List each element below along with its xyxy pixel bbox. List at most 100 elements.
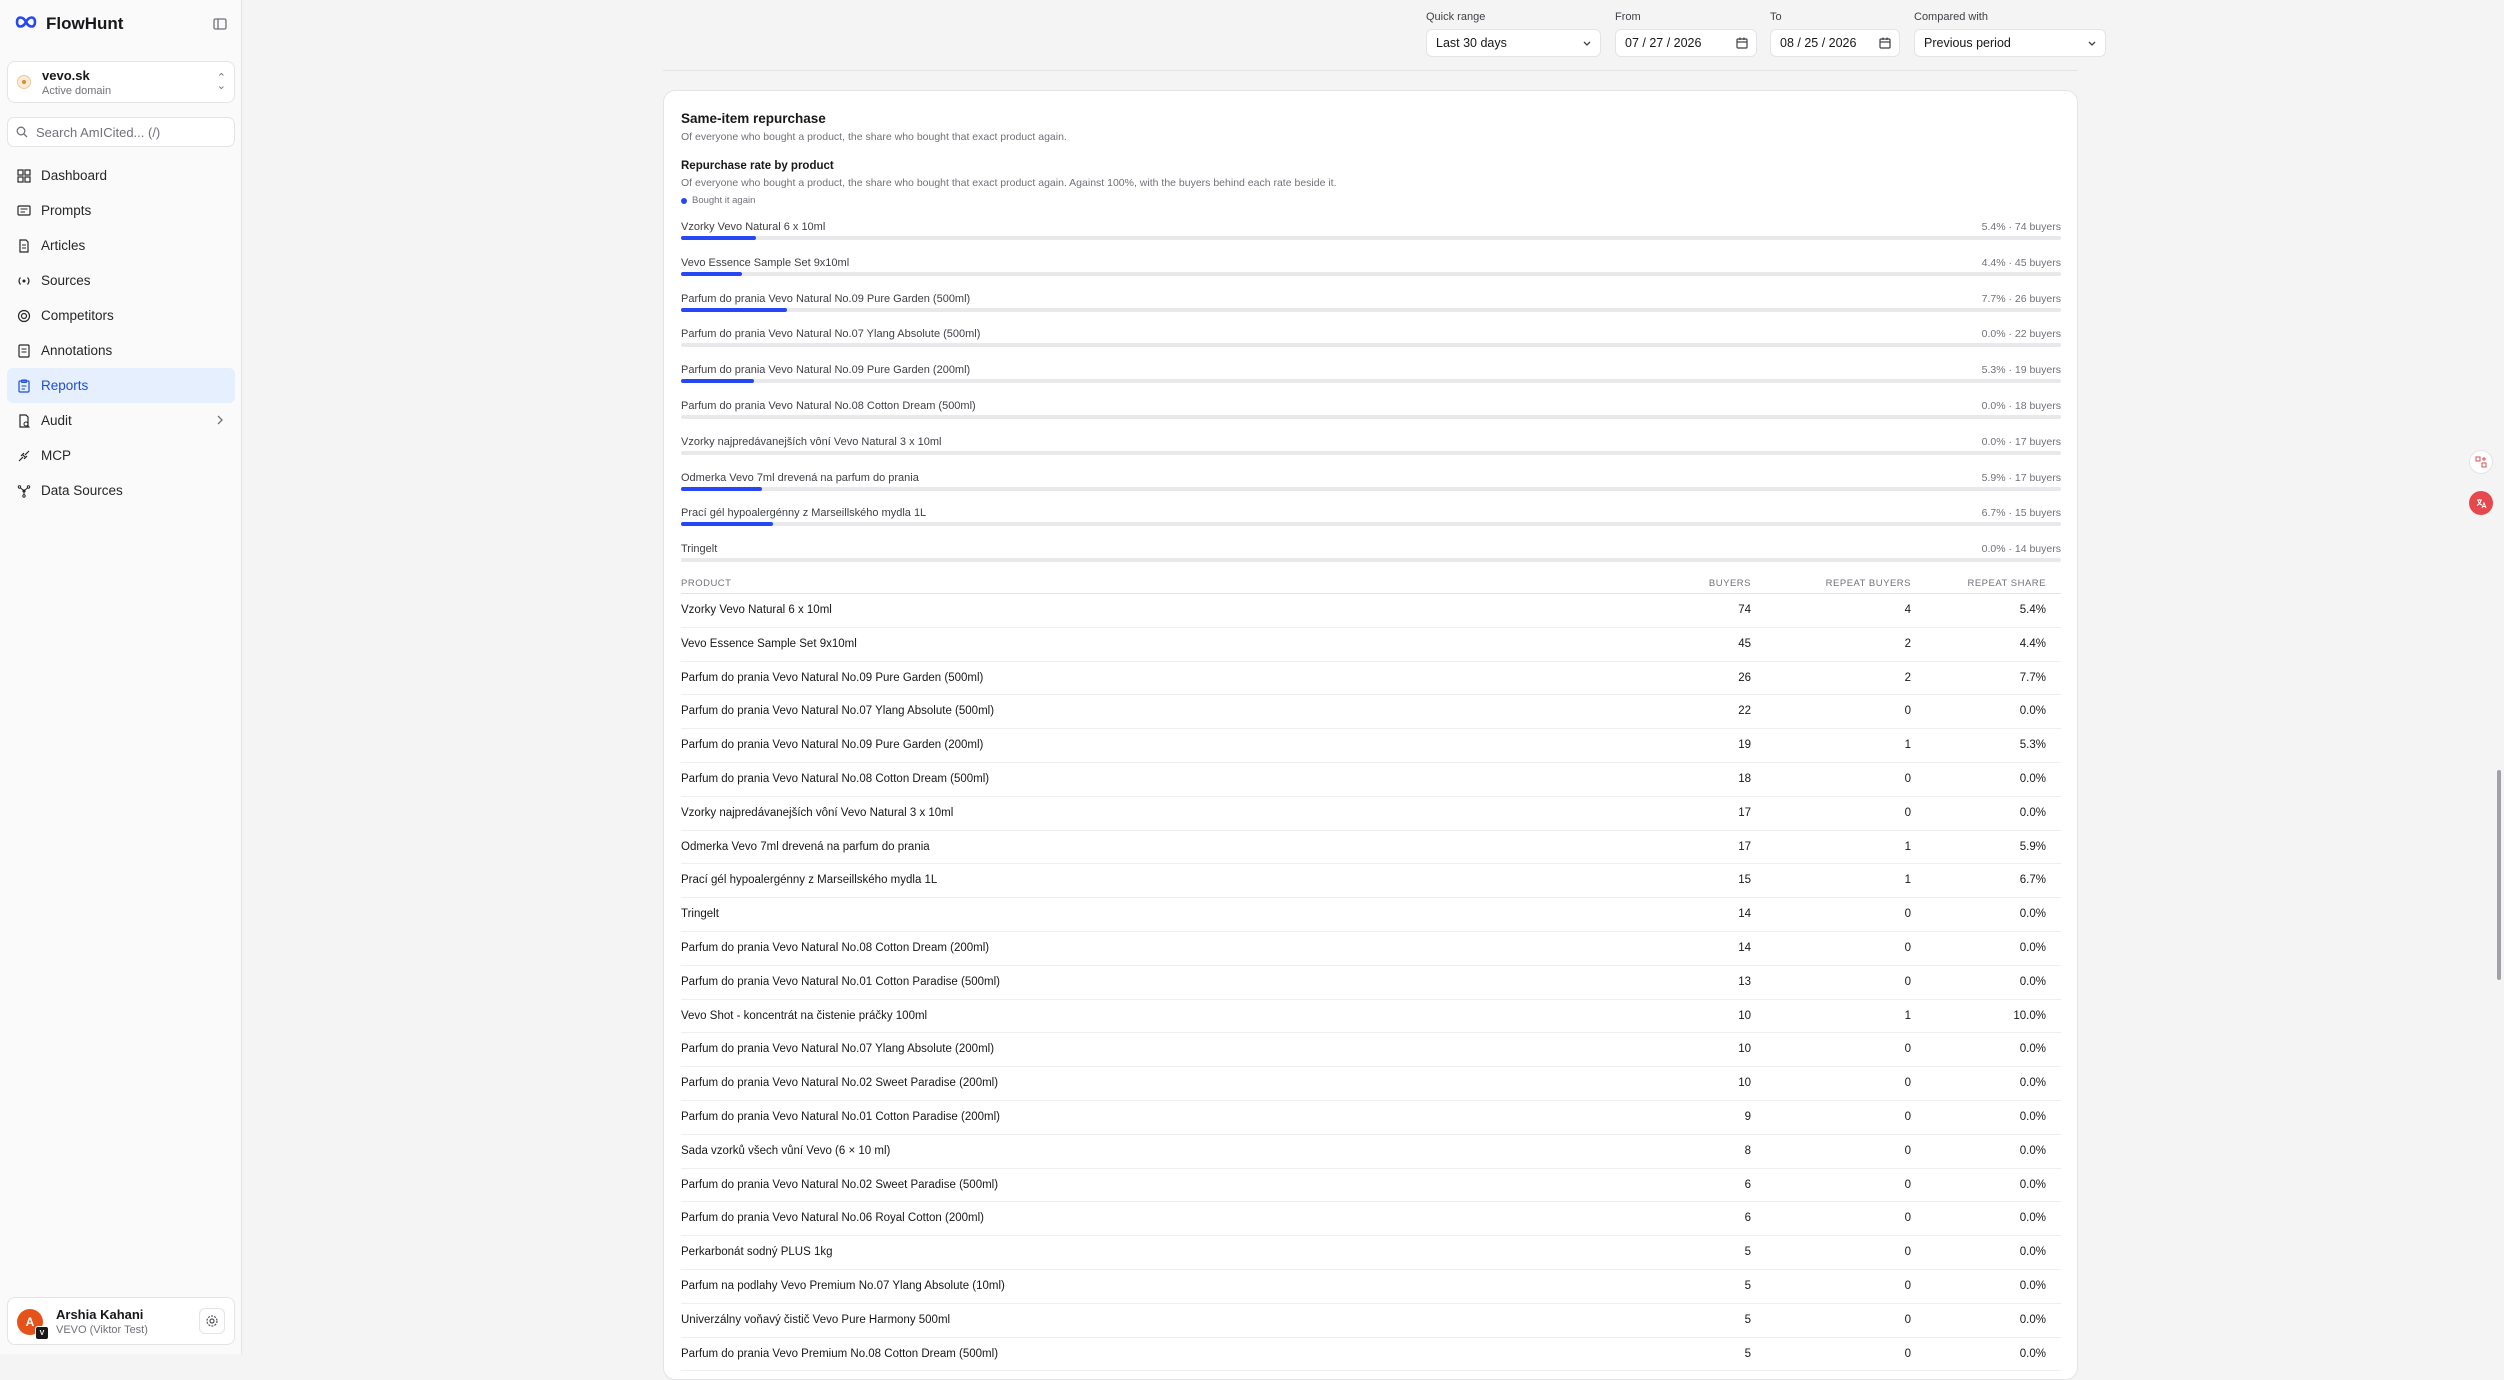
bar-label: Parfum do prania Vevo Natural No.09 Pure… [681,292,971,305]
table-row[interactable]: Vzorky Vevo Natural 6 x 10ml 74 4 5.4% [681,594,2061,628]
buyers-cell: 6 [1744,1212,1751,1225]
collapse-sidebar-button[interactable] [210,14,230,34]
repeat-share-cell: 0.0% [2019,1279,2046,1292]
buyers-cell: 5 [1744,1246,1751,1259]
bar-track [681,558,2061,563]
repeat-buyers-cell: 0 [1904,1110,1911,1123]
table-row[interactable]: Sada vzorků všech vůní Vevo (6 × 10 ml) 8… [681,1135,2061,1169]
mcp-icon [18,450,30,461]
table-row[interactable]: Parfum do prania Vevo Natural No.01 Cott… [681,1101,2061,1135]
bar-label: Prací gél hypoalergénny z Marseillského … [681,507,927,520]
domain-switcher[interactable]: vevo.sk Active domain ⌃ ⌄ [7,61,235,103]
page-scrollbar[interactable] [2497,770,2501,980]
sidebar-item-mcp[interactable]: MCP [7,438,235,473]
search-box[interactable] [7,117,235,147]
repeat-buyers-cell: 4 [1904,604,1911,616]
translate-button[interactable] [2469,491,2493,515]
table-row[interactable]: Parfum do prania Vevo Natural No.09 Pure… [681,729,2061,763]
product-cell: Tringelt [681,908,719,921]
brand[interactable]: FlowHunt [14,12,123,36]
table-row[interactable]: Parfum do prania Vevo Natural No.01 Cott… [681,966,2061,1000]
table-row[interactable]: Parfum do prania Vevo Natural No.08 Cott… [681,763,2061,797]
product-cell: Vevo Shot - koncentrát na čistenie práčk… [681,1009,928,1022]
table-row[interactable]: Vevo Shot - koncentrát na čistenie práčk… [681,1000,2061,1034]
repeat-buyers-cell: 0 [1904,1144,1911,1157]
bar-row: Vzorky Vevo Natural 6 x 10ml 5.4% · 74 bu… [681,221,2061,257]
sidebar-item-data-sources[interactable]: Data Sources [7,473,235,508]
settings-button[interactable] [199,1308,225,1334]
table-row[interactable]: Parfum do prania Vevo Natural No.07 Ylan… [681,695,2061,730]
table-row[interactable]: Parfum na podlahy Vevo Premium No.07 Yla… [681,1270,2061,1304]
col-buyers-header[interactable]: BUYERS [1709,578,1751,589]
table-row[interactable]: Vzorky najpredávanejších vôní Vevo Natur… [681,797,2061,831]
bar-row: Tringelt 0.0% · 14 buyers [681,543,2061,579]
calendar-icon[interactable] [1879,36,1891,53]
product-cell: Parfum do prania Vevo Natural No.02 Swee… [681,1178,999,1191]
from-date-value: 07 / 27 / 2026 [1625,36,1702,50]
widget-button[interactable] [2469,450,2493,474]
table-row[interactable]: Parfum do prania Vevo Natural No.09 Pure… [681,662,2061,696]
from-date-input[interactable]: 07 / 27 / 2026 [1615,29,1757,57]
buyers-cell: 18 [1738,772,1751,785]
bar-row: Odmerka Vevo 7ml drevená na parfum do pr… [681,472,2061,508]
repeat-buyers-cell: 0 [1904,1212,1911,1225]
sidebar-item-audit[interactable]: Audit [7,403,235,438]
repeat-buyers-cell: 0 [1904,1077,1911,1090]
quick-range-value: Last 30 days [1436,36,1507,50]
table-row[interactable]: Parfum do prania Vevo Premium No.08 Cott… [681,1338,2061,1372]
buyers-cell: 19 [1738,739,1751,752]
table-row[interactable]: Univerzálny voňavý čistič Vevo Pure Harm… [681,1304,2061,1338]
repeat-buyers-cell: 2 [1904,637,1911,650]
sidebar-item-label: Annotations [41,343,113,358]
repeat-share-cell: 0.0% [2019,975,2046,988]
table-row[interactable]: Vevo Essence Sample Set 9x10ml 45 2 4.4% [681,628,2061,662]
sidebar-item-reports[interactable]: Reports [7,368,235,403]
repeat-share-cell: 7.7% [2019,671,2046,684]
table-row[interactable]: Prací gél hypoalergénny z Marseillského … [681,864,2061,899]
bar-label: Odmerka Vevo 7ml drevená na parfum do pr… [681,471,919,484]
gear-icon [206,1315,218,1327]
buyers-cell: 17 [1738,840,1751,853]
search-input[interactable] [34,123,228,141]
col-repeat-share-header[interactable]: REPEAT SHARE [1967,578,2046,589]
table-row[interactable]: Parfum do prania Vevo Natural No.07 Ylan… [681,1033,2061,1068]
product-cell: Odmerka Vevo 7ml drevená na parfum do pr… [681,840,930,853]
table-row[interactable]: Perkarbonát sodný PLUS 1kg 5 0 0.0% [681,1236,2061,1270]
buyers-cell: 26 [1738,671,1751,684]
repeat-share-cell: 6.7% [2019,874,2046,887]
table-row[interactable]: Odmerka Vevo 7ml drevená na parfum do pr… [681,831,2061,865]
calendar-icon[interactable] [1736,36,1748,53]
bar-value-label: 6.7% · 15 buyers [1981,507,2061,520]
product-cell: Parfum do prania Vevo Natural No.01 Cott… [681,975,1000,988]
sidebar-item-dashboard[interactable]: Dashboard [7,158,235,193]
data-sources-icon [17,484,31,498]
repurchase-bar-chart: Vzorky Vevo Natural 6 x 10ml 5.4% · 74 bu… [681,221,2061,579]
bar-value-label: 5.3% · 19 buyers [1981,364,2061,377]
from-label: From [1615,11,1641,23]
sidebar-item-sources[interactable]: Sources [7,263,235,298]
repeat-buyers-cell: 0 [1904,1246,1911,1259]
repeat-buyers-cell: 1 [1904,874,1911,887]
table-row[interactable]: Tringelt 14 0 0.0% [681,898,2061,932]
sidebar-item-competitors[interactable]: Competitors [7,298,235,333]
repeat-share-cell: 0.0% [2019,941,2046,954]
buyers-cell: 10 [1738,1077,1751,1090]
table-row[interactable]: Parfum do prania Vevo Natural No.02 Swee… [681,1169,2061,1203]
repeat-buyers-cell: 0 [1904,772,1911,785]
prompts-icon [17,204,31,216]
compared-select[interactable]: Previous period [1914,29,2106,57]
sidebar-item-prompts[interactable]: Prompts [7,193,235,228]
sidebar-item-annotations[interactable]: Annotations [7,333,235,368]
bar-value-label: 0.0% · 22 buyers [1981,328,2061,341]
quick-range-select[interactable]: Last 30 days [1426,29,1601,57]
to-label: To [1770,11,1782,23]
table-row[interactable]: Parfum do prania Vevo Natural No.02 Swee… [681,1067,2061,1101]
col-repeat-buyers-header[interactable]: REPEAT BUYERS [1826,578,1911,589]
apps-icon [2475,456,2487,468]
to-date-input[interactable]: 08 / 25 / 2026 [1770,29,1900,57]
table-row[interactable]: Parfum do prania Vevo Natural No.08 Cott… [681,932,2061,966]
table-row[interactable]: Parfum do prania Vevo Natural No.06 Roya… [681,1202,2061,1237]
col-product-header[interactable]: PRODUCT [681,578,731,589]
sidebar-item-articles[interactable]: Articles [7,228,235,263]
articles-icon [19,238,29,253]
